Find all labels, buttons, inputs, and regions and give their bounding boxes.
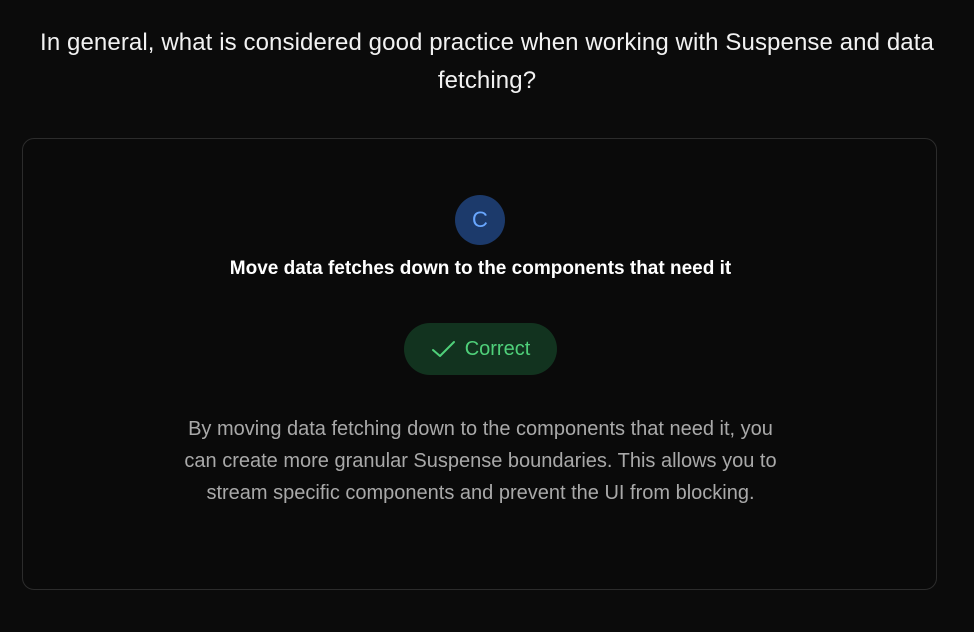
status-label: Correct xyxy=(464,337,531,360)
answer-explanation: By moving data fetching down to the comp… xyxy=(184,418,777,504)
correct-status-badge: Correct xyxy=(404,323,557,375)
selected-answer-text: Move data fetches down to the components… xyxy=(229,258,732,279)
quiz-result-page: In general, what is considered good prac… xyxy=(0,0,974,632)
checkmark-icon xyxy=(431,339,457,359)
selected-choice-badge: C xyxy=(455,195,505,245)
answer-result-card: C Move data fetches down to the componen… xyxy=(22,138,937,590)
question-text: In general, what is considered good prac… xyxy=(40,29,934,94)
